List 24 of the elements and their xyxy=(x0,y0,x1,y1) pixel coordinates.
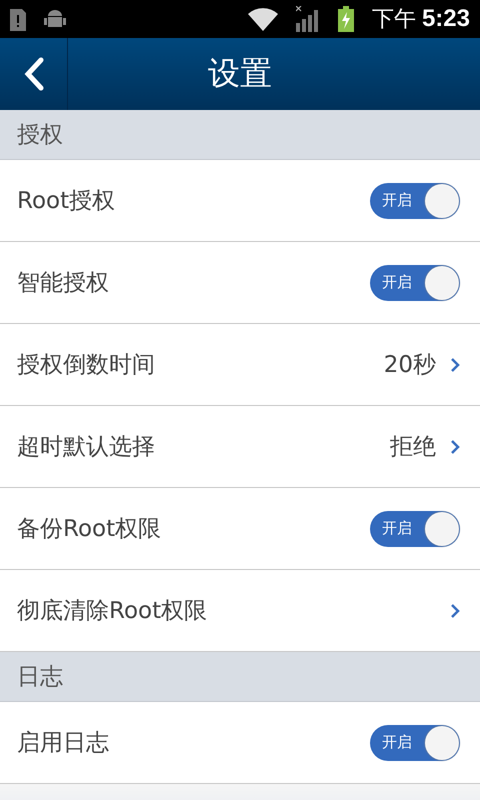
toggle-switch[interactable]: 开启 xyxy=(370,182,460,218)
section-title: 日志 xyxy=(17,663,63,692)
setting-label: 备份Root权限 xyxy=(17,515,162,544)
wifi-icon xyxy=(248,7,278,31)
setting-label: Root授权 xyxy=(17,187,116,216)
setting-label: 智能授权 xyxy=(17,269,110,298)
page-title: 设置 xyxy=(207,53,273,94)
setting-label: 启用日志 xyxy=(17,729,110,758)
signal-icon xyxy=(296,6,320,32)
setting-label: 授权倒数时间 xyxy=(17,351,156,380)
sd-card-icon xyxy=(10,7,26,31)
toggle-switch[interactable]: 开启 xyxy=(370,510,460,546)
toggle-switch[interactable]: 开启 xyxy=(370,264,460,300)
clock-text: 下午 5:23 xyxy=(372,4,470,34)
chevron-right-icon xyxy=(450,602,460,618)
toggle-switch[interactable]: 开启 xyxy=(370,724,460,760)
setting-label: 超时默认选择 xyxy=(17,433,156,462)
section-title: 授权 xyxy=(17,121,63,150)
chevron-right-icon xyxy=(450,438,460,454)
chevron-right-icon xyxy=(450,356,460,372)
setting-value: 拒绝 xyxy=(390,433,436,462)
setting-value: 20秒 xyxy=(384,351,436,380)
setting-label: 彻底清除Root权限 xyxy=(17,597,208,626)
battery-charging-icon xyxy=(338,6,354,32)
